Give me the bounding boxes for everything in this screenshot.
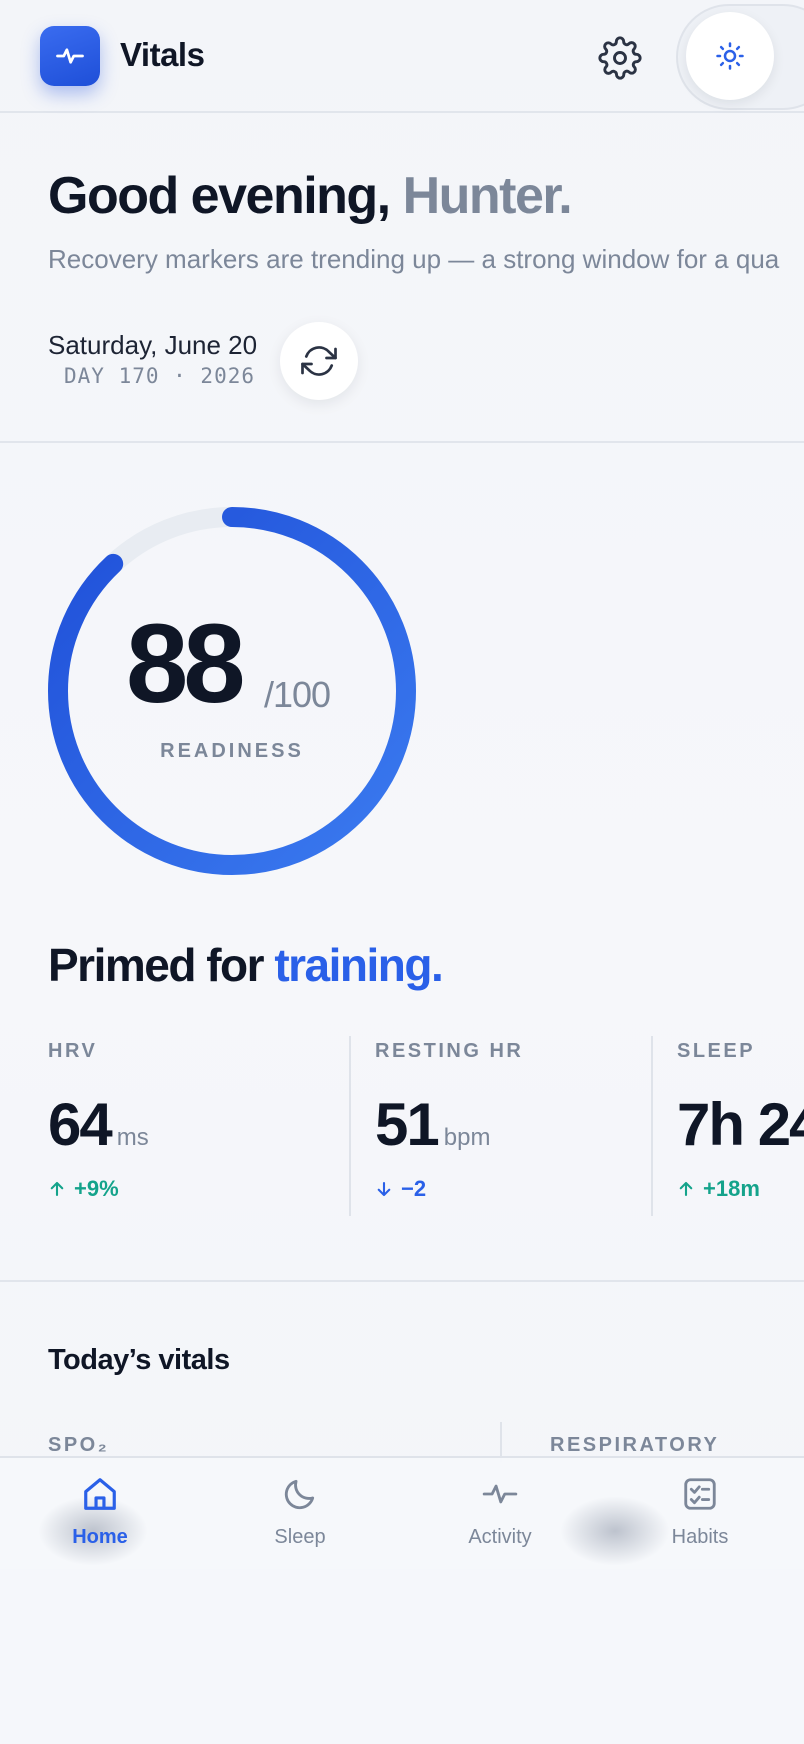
date-label: Saturday, June 20 [48, 330, 258, 360]
nav-item-habits[interactable]: Habits [620, 1474, 780, 1564]
section-divider [0, 441, 804, 443]
readiness-status: Primed for training. [48, 938, 444, 992]
section-divider [0, 1280, 804, 1282]
metric-sleep[interactable]: SLEEP 7h 24 +18m [677, 1040, 804, 1201]
checklist-icon [680, 1474, 720, 1514]
metric-delta: +18m [677, 1176, 760, 1202]
arrow-down-icon [377, 1181, 391, 1197]
vital-label-respiratory: RESPIRATORY [550, 1434, 720, 1456]
nav-item-sleep[interactable]: Sleep [220, 1474, 380, 1564]
metric-delta: −2 [375, 1176, 426, 1202]
nav-item-home[interactable]: Home [20, 1474, 180, 1564]
greeting-heading: Good evening, Hunter. [48, 166, 573, 226]
greeting-name: Hunter. [402, 167, 573, 225]
metric-delta: +9% [48, 1176, 119, 1202]
metric-value: 51 bpm [375, 1091, 491, 1158]
greeting-subtitle: Recovery markers are trending up — a str… [48, 244, 780, 274]
readiness-max: /100 [264, 674, 331, 715]
refresh-icon [301, 346, 337, 376]
nav-label-activity: Activity [468, 1526, 532, 1548]
gear-icon [598, 36, 642, 80]
metric-label: HRV [48, 1040, 98, 1062]
refresh-button[interactable] [280, 322, 358, 400]
nav-item-activity[interactable]: Activity [420, 1474, 580, 1564]
metric-resting-hr[interactable]: RESTING HR 51 bpm −2 [375, 1040, 524, 1201]
metric-value: 7h 24 [677, 1091, 804, 1158]
nav-label-home: Home [72, 1526, 128, 1548]
metric-hrv[interactable]: HRV 64 ms +9% [48, 1040, 149, 1201]
theme-toggle-knob[interactable] [686, 12, 774, 100]
metric-unit: bpm [443, 1124, 491, 1151]
metric-separator [349, 1036, 351, 1216]
todays-vitals-title: Today’s vitals [48, 1344, 230, 1376]
pulse-icon [480, 1474, 520, 1514]
greeting-prefix: Good evening, [48, 167, 403, 225]
vital-label-spo2: SPO₂ [48, 1434, 110, 1456]
status-accent: training. [274, 939, 443, 991]
top-bar: Vitals [0, 0, 804, 113]
status-prefix: Primed for [48, 939, 275, 991]
home-icon [80, 1474, 120, 1514]
app-title: Vitals [120, 36, 205, 73]
day-of-year-label: DAY 170 · 2026 [64, 364, 256, 388]
bottom-navigation: Home Sleep Activity Habits [0, 1456, 804, 1569]
metric-label: SLEEP [677, 1040, 756, 1062]
arrow-up-icon [679, 1181, 693, 1197]
nav-label-habits: Habits [671, 1526, 729, 1548]
pulse-icon [56, 48, 84, 64]
sun-icon [716, 42, 744, 70]
metric-unit: ms [116, 1124, 149, 1151]
app-logo [40, 26, 100, 86]
readiness-label: READINESS [160, 740, 304, 762]
readiness-score: 88 [126, 601, 246, 726]
moon-icon [280, 1474, 320, 1514]
settings-button[interactable] [592, 30, 648, 86]
metric-value: 64 ms [48, 1091, 149, 1158]
nav-label-sleep: Sleep [274, 1526, 326, 1548]
metric-separator [651, 1036, 653, 1216]
arrow-up-icon [50, 1181, 64, 1197]
home-screen: Vitals Good evening, Hunter. Recovery ma… [0, 0, 804, 1569]
metric-label: RESTING HR [375, 1040, 524, 1062]
